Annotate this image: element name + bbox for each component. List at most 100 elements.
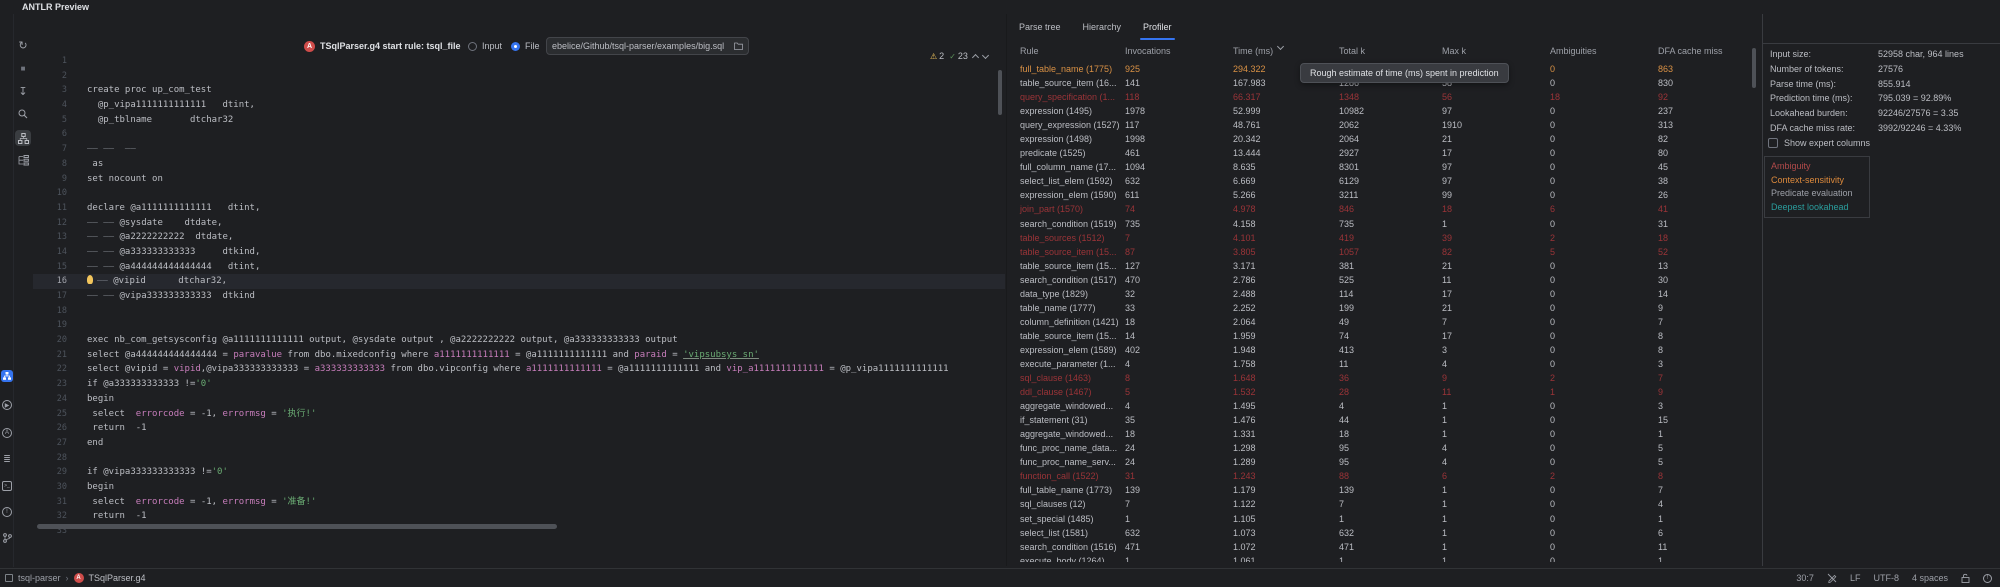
code-line[interactable]: 17—— —— @vipa333333333333 dtkind xyxy=(33,289,1005,304)
editor-vertical-scrollbar[interactable] xyxy=(998,70,1002,115)
git-toolwindow-button[interactable] xyxy=(1,532,13,544)
breadcrumb-file[interactable]: TSqlParser.g4 xyxy=(89,573,146,583)
code-line[interactable]: 24begin xyxy=(33,392,1005,407)
line-ending-selector[interactable]: LF xyxy=(1850,573,1861,583)
profiler-row[interactable]: expression (1495)197852.99910982970237 xyxy=(1008,104,1758,118)
lock-toggle[interactable] xyxy=(1961,573,1970,583)
encoding-selector[interactable]: UTF-8 xyxy=(1873,573,1899,583)
run-toolwindow-button[interactable]: ▶ xyxy=(1,399,13,411)
inspection-widget[interactable]: ⚠2 ✓23 xyxy=(930,51,988,61)
notifications-button[interactable]: ! xyxy=(1983,574,1992,583)
column-header-rule[interactable]: Rule xyxy=(1020,46,1039,56)
code-line[interactable]: 5 @p_tblname dtchar32 xyxy=(33,113,1005,128)
profiler-row[interactable]: set_special (1485)11.1051101 xyxy=(1008,512,1758,526)
terminal-toolwindow-button[interactable]: >_ xyxy=(1,480,13,492)
profiler-row[interactable]: join_part (1570)744.97884618641 xyxy=(1008,202,1758,216)
file-radio-label[interactable]: File xyxy=(525,41,540,51)
profiler-row[interactable]: table_sources (1512)74.10141939218 xyxy=(1008,231,1758,245)
code-line[interactable]: 25 select errorcode = -1, errormsg = '执行… xyxy=(33,407,1005,422)
profiler-row[interactable]: table_name (1777)332.2521992109 xyxy=(1008,301,1758,315)
profiler-row[interactable]: func_proc_name_serv...241.28995405 xyxy=(1008,455,1758,469)
file-path-field[interactable]: ebelice/Github/tsql-parser/examples/big.… xyxy=(546,37,749,55)
code-line[interactable]: 9set nocount on xyxy=(33,172,1005,187)
profiler-row[interactable]: data_type (1829)322.48811417014 xyxy=(1008,287,1758,301)
breadcrumb[interactable]: tsql-parser › A TSqlParser.g4 xyxy=(5,569,146,587)
code-line[interactable]: 28 xyxy=(33,451,1005,466)
profiler-row[interactable]: expression_elem (1589)4021.948413308 xyxy=(1008,343,1758,357)
code-line[interactable]: 7—— —— —— xyxy=(33,142,1005,157)
breadcrumb-project[interactable]: tsql-parser xyxy=(18,573,61,583)
profiler-row[interactable]: full_table_name (1773)1391.179139107 xyxy=(1008,483,1758,497)
code-line[interactable]: 30begin xyxy=(33,480,1005,495)
profiler-row[interactable]: aggregate_windowed...181.33118101 xyxy=(1008,427,1758,441)
code-line[interactable]: 10 xyxy=(33,186,1005,201)
tab-hierarchy[interactable]: Hierarchy xyxy=(1072,14,1133,40)
editor-horizontal-scrollbar[interactable] xyxy=(37,524,557,529)
column-header-invocations[interactable]: Invocations xyxy=(1125,46,1171,56)
column-header-time-ms-[interactable]: Time (ms) xyxy=(1233,46,1273,56)
column-header-max-k[interactable]: Max k xyxy=(1442,46,1466,56)
code-line[interactable]: 12—— —— @sysdate dtdate, xyxy=(33,216,1005,231)
profiler-row[interactable]: search_condition (1516)4711.0724711011 xyxy=(1008,540,1758,554)
profiler-row[interactable]: ddl_clause (1467)51.532281119 xyxy=(1008,385,1758,399)
profiler-row[interactable]: search_condition (1519)7354.1587351031 xyxy=(1008,217,1758,231)
profiler-row[interactable]: full_column_name (17...10948.63583019704… xyxy=(1008,160,1758,174)
code-editor[interactable]: 123create proc up_com_test4 @p_vipa11111… xyxy=(33,54,1005,566)
profiler-row[interactable]: aggregate_windowed...41.4954103 xyxy=(1008,399,1758,413)
services-toolwindow-button[interactable]: ≣ xyxy=(1,453,13,465)
profiler-row[interactable]: sql_clauses (12)71.1227104 xyxy=(1008,497,1758,511)
profiler-row[interactable]: sql_clause (1463)81.64836927 xyxy=(1008,371,1758,385)
code-line[interactable]: 11declare @a1111111111111 dtint, xyxy=(33,201,1005,216)
code-line[interactable]: 8 as xyxy=(33,157,1005,172)
code-line[interactable]: 15—— —— @a444444444444444 dtint, xyxy=(33,260,1005,275)
input-radio[interactable] xyxy=(468,42,477,51)
caret-position[interactable]: 30:7 xyxy=(1796,573,1814,583)
stop-button[interactable]: ■ xyxy=(16,61,30,75)
antlr-toolwindow-button[interactable]: A xyxy=(1,427,13,439)
tab-profiler[interactable]: Profiler xyxy=(1132,14,1183,40)
code-line[interactable]: 3create proc up_com_test xyxy=(33,83,1005,98)
code-line[interactable]: 20exec nb_com_getsysconfig @a11111111111… xyxy=(33,333,1005,348)
next-problem-button[interactable] xyxy=(982,51,989,58)
profiler-row[interactable]: query_specification (1...11866.317134856… xyxy=(1008,90,1758,104)
code-line[interactable]: 16—— @vipid dtchar32, xyxy=(33,274,1005,289)
code-line[interactable]: 6 xyxy=(33,127,1005,142)
input-radio-label[interactable]: Input xyxy=(482,41,502,51)
problems-toolwindow-button[interactable]: ! xyxy=(1,506,13,518)
code-line[interactable]: 2 xyxy=(33,69,1005,84)
code-line[interactable]: 26 return -1 xyxy=(33,421,1005,436)
file-radio[interactable] xyxy=(511,42,520,51)
profiler-row[interactable]: func_proc_name_data...241.29895405 xyxy=(1008,441,1758,455)
show-parse-tree-toggle[interactable] xyxy=(15,130,31,146)
folder-icon[interactable] xyxy=(734,42,743,50)
profiler-row[interactable]: predicate (1525)46113.444292717080 xyxy=(1008,146,1758,160)
code-line[interactable]: 4 @p_vipa1111111111111 dtint, xyxy=(33,98,1005,113)
show-expert-columns-row[interactable]: Show expert columns xyxy=(1768,138,1870,148)
code-line[interactable]: 1 xyxy=(33,54,1005,69)
profiler-row[interactable]: expression_elem (1590)6115.266321199026 xyxy=(1008,188,1758,202)
code-line[interactable]: 14—— —— @a333333333333 dtkind, xyxy=(33,245,1005,260)
prev-problem-button[interactable] xyxy=(972,53,979,60)
table-vertical-scrollbar[interactable] xyxy=(1752,48,1756,88)
code-line[interactable]: 18 xyxy=(33,304,1005,319)
readonly-toggle[interactable] xyxy=(1827,573,1837,583)
profiler-row[interactable]: column_definition (1421)182.06449707 xyxy=(1008,315,1758,329)
indent-selector[interactable]: 4 spaces xyxy=(1912,573,1948,583)
refresh-preview-button[interactable]: ↻ xyxy=(16,38,30,52)
profiler-row[interactable]: table_source_item (15...141.959741708 xyxy=(1008,329,1758,343)
expert-columns-checkbox[interactable] xyxy=(1768,138,1778,148)
profiler-row[interactable]: select_list (1581)6321.073632106 xyxy=(1008,526,1758,540)
export-button[interactable]: ↧ xyxy=(16,84,30,98)
code-line[interactable]: 22select @vipid = vipid,@vipa33333333333… xyxy=(33,362,1005,377)
profiler-row[interactable]: table_source_item (15...1273.17138121013 xyxy=(1008,259,1758,273)
antlr-preview-toolwindow-button[interactable] xyxy=(1,370,13,382)
profiler-row[interactable]: execute_parameter (1...41.75811403 xyxy=(1008,357,1758,371)
intention-bulb-icon[interactable] xyxy=(87,275,93,284)
profiler-row[interactable]: execute_body (1264)11.0611101 xyxy=(1008,554,1758,562)
code-line[interactable]: 31 select errorcode = -1, errormsg = '准备… xyxy=(33,495,1005,510)
code-line[interactable]: 27end xyxy=(33,436,1005,451)
panel-splitter[interactable] xyxy=(1006,14,1007,566)
code-line[interactable]: 19 xyxy=(33,318,1005,333)
profiler-row[interactable]: function_call (1522)311.24388628 xyxy=(1008,469,1758,483)
column-header-ambiguities[interactable]: Ambiguities xyxy=(1550,46,1597,56)
